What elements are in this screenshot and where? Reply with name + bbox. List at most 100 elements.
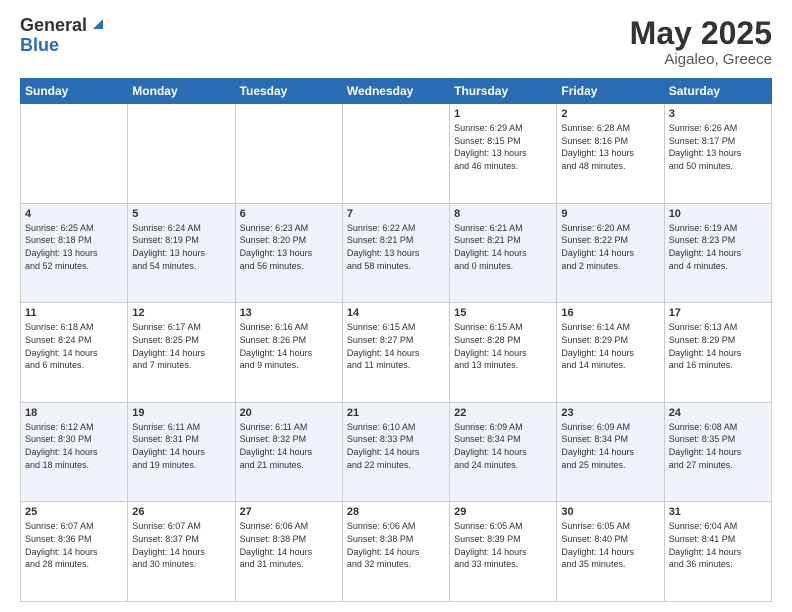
day-number: 27 [240,506,338,518]
week-row-2: 11Sunrise: 6:18 AM Sunset: 8:24 PM Dayli… [21,303,772,403]
day-info: Sunrise: 6:08 AM Sunset: 8:35 PM Dayligh… [669,421,767,471]
logo-general: General [20,16,87,36]
calendar-cell-w0-d4: 1Sunrise: 6:29 AM Sunset: 8:15 PM Daylig… [450,104,557,204]
day-number: 18 [25,407,123,419]
day-number: 2 [561,108,659,120]
day-info: Sunrise: 6:20 AM Sunset: 8:22 PM Dayligh… [561,222,659,272]
day-number: 3 [669,108,767,120]
calendar-cell-w3-d0: 18 Sunrise: 6:12 AM Sunset: 8:30 PM Dayli… [21,402,128,502]
calendar-cell-w3-d1: 19 Sunrise: 6:11 AM Sunset: 8:31 PM Dayli… [128,402,235,502]
header-tuesday: Tuesday [235,79,342,104]
calendar-cell-w2-d6: 17Sunrise: 6:13 AM Sunset: 8:29 PM Dayli… [664,303,771,403]
day-info: Sunrise: 6:15 AM Sunset: 8:27 PM Dayligh… [347,321,445,371]
day-info: Sunrise: 6:25 AM Sunset: 8:18 PM Dayligh… [25,222,123,272]
calendar-cell-w3-d5: 23 Sunrise: 6:09 AM Sunset: 8:34 PM Dayli… [557,402,664,502]
calendar-cell-w3-d4: 22 Sunrise: 6:09 AM Sunset: 8:34 PM Dayli… [450,402,557,502]
logo-blue: Blue [20,36,105,56]
day-info: Sunrise: 6:04 AM Sunset: 8:41 PM Dayligh… [669,520,767,570]
day-info: Sunrise: 6:16 AM Sunset: 8:26 PM Dayligh… [240,321,338,371]
calendar-cell-w0-d2 [235,104,342,204]
day-number: 26 [132,506,230,518]
header-thursday: Thursday [450,79,557,104]
day-number: 7 [347,208,445,220]
title-block: May 2025 Aigaleo, Greece [630,16,772,68]
day-number: 28 [347,506,445,518]
day-info: Sunrise: 6:19 AM Sunset: 8:23 PM Dayligh… [669,222,767,272]
calendar-cell-w0-d5: 2 Sunrise: 6:28 AM Sunset: 8:16 PM Daylig… [557,104,664,204]
calendar: Sunday Monday Tuesday Wednesday Thursday… [20,78,772,602]
calendar-cell-w4-d0: 25Sunrise: 6:07 AM Sunset: 8:36 PM Dayli… [21,502,128,602]
calendar-cell-w0-d3 [342,104,449,204]
header-wednesday: Wednesday [342,79,449,104]
day-number: 5 [132,208,230,220]
day-info: Sunrise: 6:13 AM Sunset: 8:29 PM Dayligh… [669,321,767,371]
week-row-0: 1Sunrise: 6:29 AM Sunset: 8:15 PM Daylig… [21,104,772,204]
calendar-cell-w2-d0: 11Sunrise: 6:18 AM Sunset: 8:24 PM Dayli… [21,303,128,403]
day-number: 20 [240,407,338,419]
location: Aigaleo, Greece [630,51,772,68]
day-info: Sunrise: 6:23 AM Sunset: 8:20 PM Dayligh… [240,222,338,272]
day-info: Sunrise: 6:11 AM Sunset: 8:31 PM Dayligh… [132,421,230,471]
header-monday: Monday [128,79,235,104]
day-number: 6 [240,208,338,220]
logo: General Blue [20,16,105,56]
day-info: Sunrise: 6:05 AM Sunset: 8:39 PM Dayligh… [454,520,552,570]
day-info: Sunrise: 6:07 AM Sunset: 8:36 PM Dayligh… [25,520,123,570]
calendar-cell-w4-d1: 26 Sunrise: 6:07 AM Sunset: 8:37 PM Dayli… [128,502,235,602]
day-number: 22 [454,407,552,419]
week-row-4: 25Sunrise: 6:07 AM Sunset: 8:36 PM Dayli… [21,502,772,602]
day-info: Sunrise: 6:29 AM Sunset: 8:15 PM Dayligh… [454,122,552,172]
day-info: Sunrise: 6:09 AM Sunset: 8:34 PM Dayligh… [561,421,659,471]
calendar-cell-w4-d6: 31 Sunrise: 6:04 AM Sunset: 8:41 PM Dayli… [664,502,771,602]
calendar-cell-w4-d4: 29Sunrise: 6:05 AM Sunset: 8:39 PM Dayli… [450,502,557,602]
calendar-cell-w0-d0 [21,104,128,204]
day-number: 8 [454,208,552,220]
day-info: Sunrise: 6:06 AM Sunset: 8:38 PM Dayligh… [240,520,338,570]
day-info: Sunrise: 6:06 AM Sunset: 8:38 PM Dayligh… [347,520,445,570]
day-info: Sunrise: 6:26 AM Sunset: 8:17 PM Dayligh… [669,122,767,172]
day-info: Sunrise: 6:07 AM Sunset: 8:37 PM Dayligh… [132,520,230,570]
day-info: Sunrise: 6:17 AM Sunset: 8:25 PM Dayligh… [132,321,230,371]
week-row-1: 4 Sunrise: 6:25 AM Sunset: 8:18 PM Daylig… [21,203,772,303]
calendar-cell-w0-d6: 3 Sunrise: 6:26 AM Sunset: 8:17 PM Daylig… [664,104,771,204]
day-number: 23 [561,407,659,419]
day-number: 4 [25,208,123,220]
day-number: 10 [669,208,767,220]
calendar-cell-w1-d3: 7 Sunrise: 6:22 AM Sunset: 8:21 PM Daylig… [342,203,449,303]
week-row-3: 18 Sunrise: 6:12 AM Sunset: 8:30 PM Dayli… [21,402,772,502]
day-number: 9 [561,208,659,220]
header-friday: Friday [557,79,664,104]
calendar-cell-w2-d2: 13Sunrise: 6:16 AM Sunset: 8:26 PM Dayli… [235,303,342,403]
calendar-cell-w1-d5: 9 Sunrise: 6:20 AM Sunset: 8:22 PM Daylig… [557,203,664,303]
day-info: Sunrise: 6:15 AM Sunset: 8:28 PM Dayligh… [454,321,552,371]
day-info: Sunrise: 6:22 AM Sunset: 8:21 PM Dayligh… [347,222,445,272]
day-info: Sunrise: 6:11 AM Sunset: 8:32 PM Dayligh… [240,421,338,471]
day-number: 14 [347,307,445,319]
day-number: 31 [669,506,767,518]
calendar-cell-w3-d2: 20 Sunrise: 6:11 AM Sunset: 8:32 PM Dayli… [235,402,342,502]
calendar-cell-w1-d2: 6 Sunrise: 6:23 AM Sunset: 8:20 PM Daylig… [235,203,342,303]
day-number: 19 [132,407,230,419]
logo-icon [89,15,105,31]
header-sunday: Sunday [21,79,128,104]
day-info: Sunrise: 6:05 AM Sunset: 8:40 PM Dayligh… [561,520,659,570]
calendar-cell-w3-d6: 24Sunrise: 6:08 AM Sunset: 8:35 PM Dayli… [664,402,771,502]
header: General Blue May 2025 Aigaleo, Greece [20,16,772,68]
calendar-cell-w3-d3: 21Sunrise: 6:10 AM Sunset: 8:33 PM Dayli… [342,402,449,502]
calendar-cell-w0-d1 [128,104,235,204]
month-year: May 2025 [630,16,772,51]
logo-text: General Blue [20,16,105,56]
calendar-cell-w1-d1: 5 Sunrise: 6:24 AM Sunset: 8:19 PM Daylig… [128,203,235,303]
page: General Blue May 2025 Aigaleo, Greece Su… [0,0,792,612]
day-number: 16 [561,307,659,319]
day-info: Sunrise: 6:09 AM Sunset: 8:34 PM Dayligh… [454,421,552,471]
calendar-cell-w4-d3: 28 Sunrise: 6:06 AM Sunset: 8:38 PM Dayli… [342,502,449,602]
calendar-cell-w1-d0: 4 Sunrise: 6:25 AM Sunset: 8:18 PM Daylig… [21,203,128,303]
calendar-cell-w2-d3: 14 Sunrise: 6:15 AM Sunset: 8:27 PM Dayli… [342,303,449,403]
day-info: Sunrise: 6:28 AM Sunset: 8:16 PM Dayligh… [561,122,659,172]
day-info: Sunrise: 6:12 AM Sunset: 8:30 PM Dayligh… [25,421,123,471]
day-number: 12 [132,307,230,319]
calendar-cell-w4-d5: 30Sunrise: 6:05 AM Sunset: 8:40 PM Dayli… [557,502,664,602]
day-number: 11 [25,307,123,319]
day-info: Sunrise: 6:24 AM Sunset: 8:19 PM Dayligh… [132,222,230,272]
